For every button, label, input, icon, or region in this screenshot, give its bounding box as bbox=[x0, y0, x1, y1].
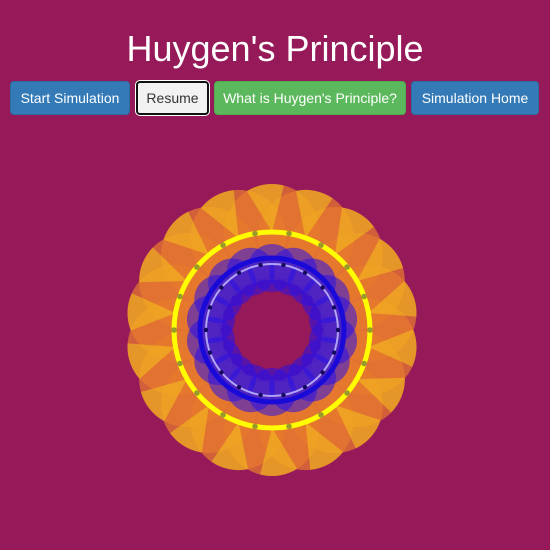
outer-source-dot bbox=[220, 412, 226, 418]
outer-source-dot bbox=[252, 230, 258, 237]
inner-source-dot bbox=[219, 285, 224, 290]
inner-source-dot bbox=[335, 327, 341, 333]
inner-source-dot bbox=[236, 384, 242, 390]
inner-source-dot bbox=[207, 305, 213, 310]
inner-source-dot bbox=[320, 370, 325, 375]
outer-source-dot bbox=[361, 293, 367, 300]
inner-source-dot bbox=[236, 270, 242, 276]
inner-source-dot bbox=[281, 262, 286, 268]
inner-source-dot bbox=[203, 327, 209, 333]
inner-source-dot bbox=[302, 384, 308, 390]
outer-source-dot bbox=[220, 242, 226, 248]
inner-source-dot bbox=[320, 285, 325, 290]
inner-source-dot bbox=[331, 305, 337, 310]
outer-source-dot bbox=[344, 264, 350, 270]
simulation-home-button[interactable]: Simulation Home bbox=[411, 81, 539, 115]
outer-source-dot bbox=[344, 390, 350, 396]
outer-source-dot bbox=[318, 412, 324, 418]
outer-source-dot bbox=[177, 293, 183, 300]
outer-source-dot bbox=[286, 230, 292, 237]
page-title: Huygen's Principle bbox=[126, 28, 424, 69]
inner-wavelets-group bbox=[186, 244, 358, 416]
inner-source-dot bbox=[281, 392, 286, 398]
start-simulation-button[interactable]: Start Simulation bbox=[10, 81, 130, 115]
inner-source-dot bbox=[302, 270, 308, 276]
what-is-huygens-principle-button[interactable]: What is Huygen's Principle? bbox=[214, 81, 406, 115]
resume-button[interactable]: Resume bbox=[136, 81, 209, 115]
outer-source-dot bbox=[177, 360, 183, 367]
outer-source-dot bbox=[361, 360, 367, 367]
outer-source-dot bbox=[194, 390, 200, 396]
inner-source-dot bbox=[258, 262, 263, 268]
inner-source-dot bbox=[207, 350, 213, 355]
outer-source-dot bbox=[194, 264, 200, 270]
outer-source-dot bbox=[286, 423, 292, 430]
outer-source-dot bbox=[318, 242, 324, 248]
outer-source-dot bbox=[252, 423, 258, 430]
inner-source-dot bbox=[258, 392, 263, 398]
simulation-canvas bbox=[127, 184, 417, 476]
outer-source-dot bbox=[171, 327, 177, 333]
outer-source-dot bbox=[367, 327, 373, 333]
toolbar: Start Simulation Resume What is Huygen's… bbox=[0, 81, 550, 115]
inner-source-dot bbox=[219, 370, 224, 375]
simulation-page: Huygen's Principle Start Simulation Resu… bbox=[0, 0, 550, 550]
inner-source-dot bbox=[331, 350, 337, 355]
outer-wavelets-group bbox=[127, 184, 417, 476]
